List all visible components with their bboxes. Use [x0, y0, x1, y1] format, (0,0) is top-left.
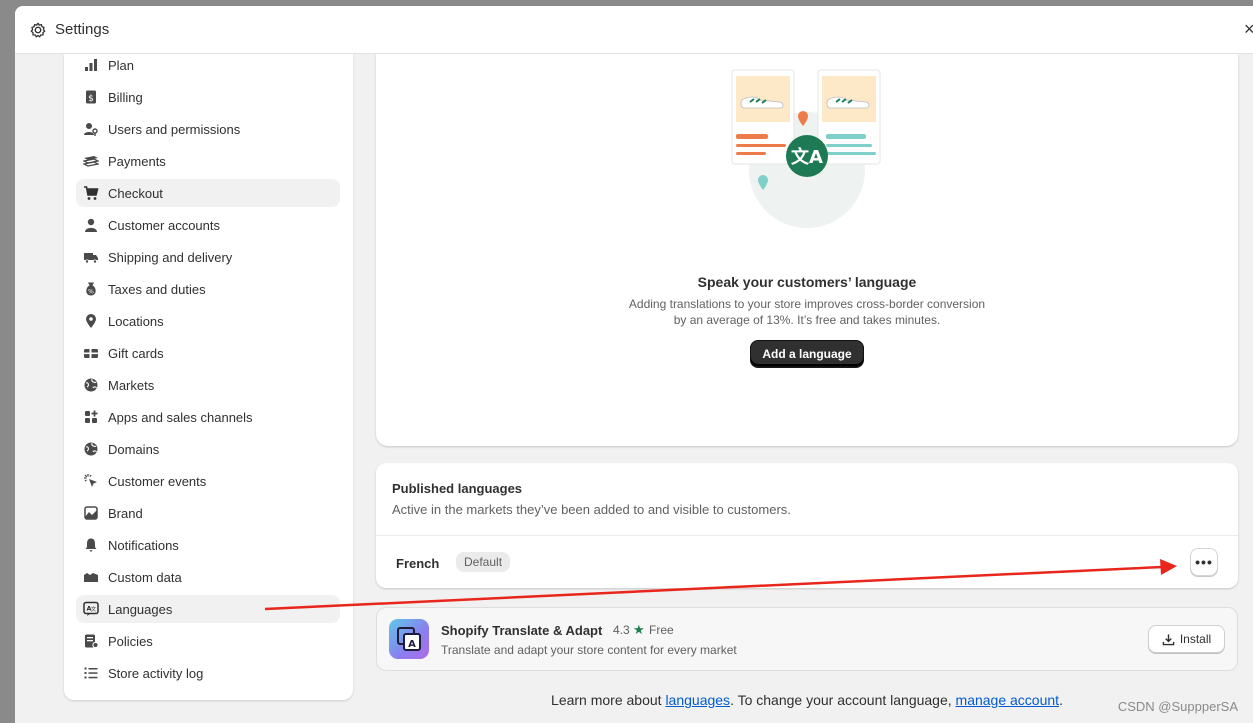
annotation-arrow [264, 559, 1177, 611]
watermark: CSDN @SuppperSA [1117, 699, 1238, 714]
